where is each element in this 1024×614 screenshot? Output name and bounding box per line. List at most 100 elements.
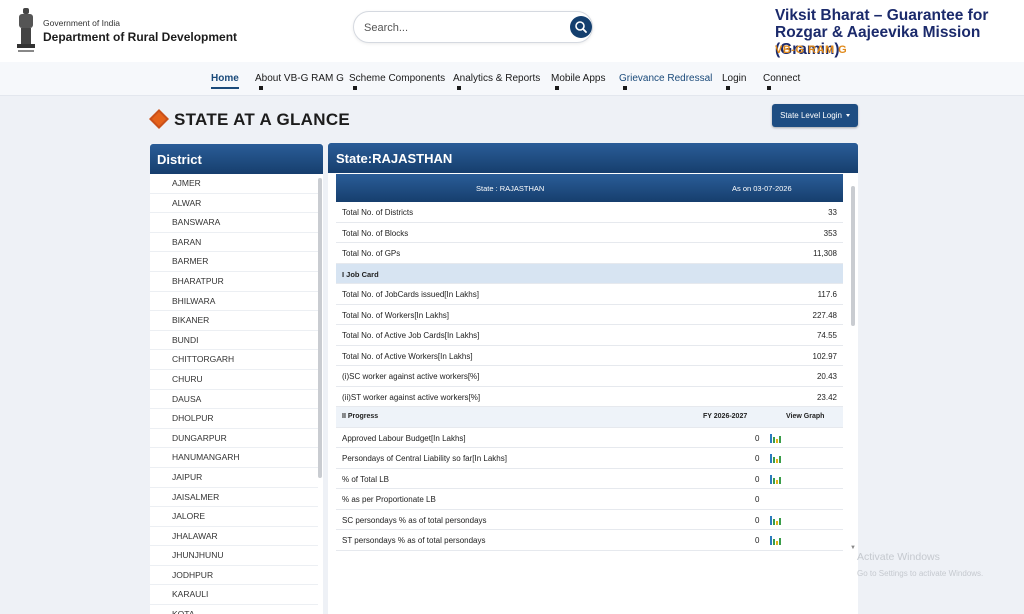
view-graph-column-header: View Graph: [786, 413, 825, 420]
district-item[interactable]: DUNGARPUR: [150, 429, 318, 449]
table-header-date: As on 03-07-2026: [732, 184, 792, 193]
district-item[interactable]: BARAN: [150, 233, 318, 253]
district-item[interactable]: BARMER: [150, 252, 318, 272]
district-item[interactable]: CHITTORGARH: [150, 350, 318, 370]
district-item[interactable]: CHURU: [150, 370, 318, 390]
search-button[interactable]: [570, 16, 592, 38]
table-row: (i)SC worker against active workers[%] 20…: [336, 366, 843, 387]
table-row: Total No. of Blocks 353: [336, 222, 843, 243]
section-header-progress: II Progress FY 2026-2027 View Graph: [336, 407, 843, 428]
row-value: 74.55: [816, 331, 837, 340]
state-panel: State:RAJASTHAN State : RAJASTHAN As on …: [328, 143, 858, 614]
row-label: Total No. of Active Job Cards[In Lakhs]: [342, 331, 480, 340]
row-label: Total No. of Active Workers[In Lakhs]: [342, 351, 473, 361]
district-item[interactable]: JHALAWAR: [150, 527, 318, 547]
nav-analytics-reports[interactable]: Analytics & Reports: [453, 73, 540, 90]
row-value: 0: [755, 515, 760, 525]
bar-chart-icon[interactable]: [770, 515, 782, 525]
district-item[interactable]: JALORE: [150, 507, 318, 527]
row-label: SC persondays % as of total persondays: [342, 515, 487, 525]
table-row: % as per Proportionate LB 0: [336, 489, 843, 510]
nav-scheme-components[interactable]: Scheme Components: [349, 73, 445, 90]
table-row: Persondays of Central Liability so far[I…: [336, 448, 843, 469]
district-item[interactable]: JHUNJHUNU: [150, 546, 318, 566]
row-value: 0: [755, 495, 760, 504]
site-header: Government of India Department of Rural …: [0, 0, 1024, 62]
page-title: STATE AT A GLANCE: [174, 110, 351, 129]
row-label: (ii)ST worker against active workers[%]: [342, 392, 481, 402]
search-icon: [575, 21, 587, 33]
table-row: Total No. of Workers[In Lakhs] 227.48: [336, 304, 843, 325]
section-title: II Progress: [342, 413, 379, 420]
nav-about[interactable]: About VB-G RAM G: [255, 73, 344, 90]
search-box: [353, 11, 593, 43]
table-row: % of Total LB 0: [336, 468, 843, 489]
district-list: AJMER ALWAR BANSWARA BARAN BARMER BHARATPUR BH…: [150, 174, 318, 614]
district-scrollbar[interactable]: [318, 178, 322, 478]
district-panel-title: District: [150, 144, 323, 174]
table-row: Approved Labour Budget[In Lakhs] 0: [336, 427, 843, 448]
district-item[interactable]: BIKANER: [150, 311, 318, 331]
district-item[interactable]: DHOLPUR: [150, 409, 318, 429]
district-item[interactable]: BUNDI: [150, 331, 318, 351]
district-item[interactable]: KARAULI: [150, 585, 318, 606]
row-value: 0: [755, 433, 760, 443]
table-row: Total No. of Active Workers[In Lakhs] 102…: [336, 345, 843, 366]
section-title: I Job Card: [342, 269, 379, 279]
state-level-login-button[interactable]: State Level Login: [772, 104, 858, 127]
table-row: Total No. of GPs 11,308: [336, 243, 843, 264]
caret-down-icon: [845, 114, 850, 118]
district-item[interactable]: BANSWARA: [150, 213, 318, 233]
gov-label: Government of India: [43, 18, 121, 28]
bar-chart-icon[interactable]: [770, 453, 782, 463]
main-nav: Home About VB-G RAM G Scheme Components …: [0, 62, 1024, 96]
table-row: Total No. of JobCards issued[In Lakhs] 11…: [336, 284, 843, 305]
table-header: State : RAJASTHAN As on 03-07-2026: [336, 174, 843, 202]
row-value: 20.43: [816, 372, 837, 381]
district-item[interactable]: JODHPUR: [150, 566, 318, 586]
district-item[interactable]: KOTA: [150, 605, 318, 614]
nav-login[interactable]: Login: [722, 73, 746, 90]
table-header-state: State : RAJASTHAN: [476, 184, 545, 193]
district-item[interactable]: BHILWARA: [150, 292, 318, 312]
district-item[interactable]: ALWAR: [150, 194, 318, 214]
activate-windows-hint: Go to Settings to activate Windows.: [857, 569, 984, 578]
district-item[interactable]: DAUSA: [150, 390, 318, 410]
district-panel: District AJMER ALWAR BANSWARA BARAN BARMER BH…: [150, 144, 323, 614]
row-label: Total No. of GPs: [342, 249, 401, 258]
row-value: 102.97: [812, 351, 837, 361]
row-label: Total No. of Districts: [342, 208, 414, 217]
row-value: 23.42: [816, 392, 837, 402]
table-row: (ii)ST worker against active workers[%] 2…: [336, 386, 843, 407]
activate-windows-watermark: Activate Windows: [857, 551, 940, 563]
bar-chart-icon[interactable]: [770, 474, 782, 484]
dept-label[interactable]: Department of Rural Development: [43, 30, 237, 44]
bar-chart-icon[interactable]: [770, 433, 782, 443]
district-item[interactable]: BHARATPUR: [150, 272, 318, 292]
fy-column-header: FY 2026-2027: [703, 413, 748, 420]
row-label: Total No. of Blocks: [342, 228, 409, 238]
district-item[interactable]: AJMER: [150, 174, 318, 194]
district-item[interactable]: JAIPUR: [150, 468, 318, 488]
state-panel-title: State:RAJASTHAN: [328, 143, 858, 173]
row-label: % as per Proportionate LB: [342, 495, 436, 504]
table-row: SC persondays % as of total persondays 0: [336, 509, 843, 530]
state-table-scrollbar[interactable]: [851, 186, 855, 326]
row-label: Total No. of JobCards issued[In Lakhs]: [342, 290, 479, 299]
nav-mobile-apps[interactable]: Mobile Apps: [551, 73, 605, 90]
search-input[interactable]: [364, 18, 554, 38]
district-item[interactable]: HANUMANGARH: [150, 448, 318, 468]
nav-grievance-redressal[interactable]: Grievance Redressal: [619, 73, 712, 90]
scroll-down-icon[interactable]: ▼: [850, 545, 856, 551]
nav-connect[interactable]: Connect: [763, 73, 800, 90]
section-header-job-card: I Job Card: [336, 263, 843, 284]
bar-chart-icon[interactable]: [770, 535, 782, 545]
row-label: Approved Labour Budget[In Lakhs]: [342, 433, 466, 443]
title-diamond-icon: [149, 109, 169, 129]
nav-home[interactable]: Home: [211, 73, 239, 89]
table-row: Total No. of Active Job Cards[In Lakhs] 7…: [336, 325, 843, 346]
row-value: 0: [755, 474, 760, 484]
row-value: 353: [823, 228, 837, 238]
row-value: 33: [828, 208, 837, 217]
district-item[interactable]: JAISALMER: [150, 488, 318, 508]
